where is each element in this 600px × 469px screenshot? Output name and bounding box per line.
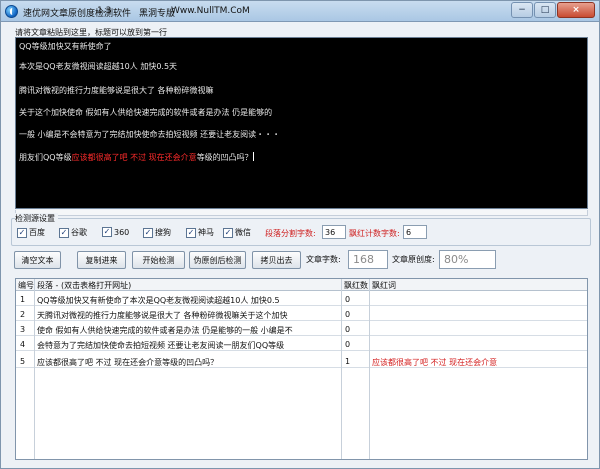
checkbox-check-icon: ✓ — [143, 227, 153, 238]
start-check-button[interactable]: 开始检测 — [132, 251, 185, 269]
column-header-red-words[interactable]: 飘红词 — [372, 280, 396, 291]
column-divider — [341, 279, 342, 459]
originality-label: 文章原创度: — [392, 255, 435, 264]
window-version: 1.3 — [97, 6, 112, 16]
copy-out-button[interactable]: 拷贝出去 — [252, 251, 301, 269]
source-label: 360 — [114, 227, 130, 237]
title-bar[interactable]: 速优网文章原创度检测软件 1.3 黑洞专版 Www.NullTM.CoM − □… — [1, 1, 599, 22]
row-number: 1 — [20, 295, 26, 304]
row-red-words: 应该都很高了吧 不过 现在还会介意 — [372, 358, 498, 367]
row-number: 3 — [20, 325, 26, 334]
source-checkbox-wechat[interactable]: ✓ 微信 — [223, 227, 251, 238]
row-paragraph: 天腾讯对微视的推行力度能够说是很大了 各种粉碎微视嘛关于这个加快 — [37, 311, 288, 320]
table-row[interactable]: 3 使命 假如有人供给快速完成的软件或者是办法 仍是能够的一般 小编是不 0 — [16, 324, 587, 336]
checkbox-check-icon: ✓ — [59, 227, 69, 238]
row-paragraph: QQ等级加快又有新使命了本次是QQ老友微视阅读超越10人 加快0.5 — [37, 296, 280, 305]
window-title: 速优网文章原创度检测软件 — [23, 9, 132, 19]
highlighted-text: 应该都很高了吧 不过 现在还会介意 — [71, 153, 197, 162]
table-header: 编号 段落 - (双击表格打开网址) 飘红数 飘红词 — [16, 279, 587, 291]
row-paragraph: 应该都很高了吧 不过 现在还会介意等级的凹凸吗？ — [37, 358, 219, 367]
segment-size-input[interactable]: 36 — [322, 225, 346, 239]
red-count-label: 飘红计数字数: — [349, 229, 400, 238]
source-checkbox-shenma[interactable]: ✓ 神马 — [186, 227, 214, 238]
table-row[interactable]: 1 QQ等级加快又有新使命了本次是QQ老友微视阅读超越10人 加快0.5 0 — [16, 294, 587, 306]
source-label: 微信 — [235, 228, 251, 237]
row-red-count: 0 — [345, 340, 351, 349]
article-line-end: 等级的凹凸吗？ — [196, 153, 253, 162]
checkbox-check-icon: ✓ — [17, 227, 27, 238]
source-checkbox-sogou[interactable]: ✓ 搜狗 — [143, 227, 171, 238]
row-red-count: 1 — [345, 357, 351, 366]
row-red-count: 0 — [345, 295, 351, 304]
source-label: 神马 — [198, 228, 214, 237]
segment-size-label: 段落分割字数: — [265, 229, 316, 238]
checkbox-check-icon: ✓ — [223, 227, 233, 238]
row-paragraph: 会特意为了完结加快使命去拍短视频 还要让老友阅读一朋友们QQ等级 — [37, 341, 285, 350]
settings-legend: 检测源设置 — [15, 213, 58, 224]
char-count-label: 文章字数: — [306, 255, 341, 264]
row-number: 4 — [20, 340, 26, 349]
source-label: 谷歌 — [71, 228, 87, 237]
originality-value: 80% — [439, 250, 496, 269]
horizontal-scrollbar[interactable] — [15, 210, 588, 216]
row-number: 5 — [20, 357, 26, 366]
article-line: 腾讯对微视的推行力度能够说是很大了 各种粉碎微视嘛 — [19, 86, 214, 95]
row-paragraph: 使命 假如有人供给快速完成的软件或者是办法 仍是能够的一般 小编是不 — [37, 326, 293, 335]
table-row[interactable]: 4 会特意为了完结加快使命去拍短视频 还要让老友阅读一朋友们QQ等级 0 — [16, 339, 587, 351]
row-number: 2 — [20, 310, 26, 319]
column-header-paragraph[interactable]: 段落 - (双击表格打开网址) — [37, 280, 131, 291]
article-line: 本次是QQ老友微视阅读超越10人 加快0.5天 — [19, 62, 178, 71]
table-row[interactable]: 5 应该都很高了吧 不过 现在还会介意等级的凹凸吗？ 1 应该都很高了吧 不过 … — [16, 356, 587, 368]
minimize-button[interactable]: − — [511, 2, 533, 18]
source-label: 搜狗 — [155, 228, 171, 237]
column-header-number[interactable]: 编号 — [18, 280, 34, 291]
article-line: QQ等级加快又有新使命了 — [19, 42, 112, 51]
row-red-count: 0 — [345, 325, 351, 334]
window-edition: 黑洞专版 — [139, 9, 176, 19]
close-button[interactable]: × — [557, 2, 595, 18]
column-divider — [34, 279, 35, 459]
checkbox-check-icon: ✓ — [186, 227, 196, 238]
rewrite-check-button[interactable]: 伪原创后检测 — [189, 251, 246, 269]
app-window: 速优网文章原创度检测软件 1.3 黑洞专版 Www.NullTM.CoM − □… — [0, 0, 600, 469]
app-logo-icon — [5, 5, 18, 18]
window-controls: − □ × — [511, 2, 595, 19]
row-red-count: 0 — [345, 310, 351, 319]
article-line: 一般 小编是不会特意为了完结加快使命去拍短视频 还要让老友阅读・・・ — [19, 130, 281, 139]
article-line: 朋友们QQ等级应该都很高了吧 不过 现在还会介意等级的凹凸吗？ — [19, 152, 254, 163]
column-divider — [369, 279, 370, 459]
source-checkbox-360[interactable]: ✓ 360 — [102, 227, 129, 237]
red-count-input[interactable]: 6 — [403, 225, 427, 239]
maximize-button[interactable]: □ — [534, 2, 556, 18]
article-line-start: 朋友们QQ等级 — [19, 153, 72, 162]
window-site: Www.NullTM.CoM — [171, 6, 250, 16]
article-textarea[interactable]: QQ等级加快又有新使命了 本次是QQ老友微视阅读超越10人 加快0.5天 腾讯对… — [15, 37, 588, 209]
column-header-red-count[interactable]: 飘红数 — [344, 280, 368, 291]
checkbox-check-icon: ✓ — [102, 227, 112, 237]
table-row[interactable]: 2 天腾讯对微视的推行力度能够说是很大了 各种粉碎微视嘛关于这个加快 0 — [16, 309, 587, 321]
results-table[interactable]: 编号 段落 - (双击表格打开网址) 飘红数 飘红词 1 QQ等级加快又有新使命… — [15, 278, 588, 460]
paste-in-button[interactable]: 复制进来 — [77, 251, 126, 269]
source-checkbox-baidu[interactable]: ✓ 百度 — [17, 227, 45, 238]
source-checkbox-google[interactable]: ✓ 谷歌 — [59, 227, 87, 238]
text-caret — [252, 152, 254, 161]
source-label: 百度 — [29, 228, 45, 237]
article-line: 关于这个加快使命 假如有人供给快速完成的软件或者是办法 仍是能够的 — [19, 108, 273, 117]
char-count-value: 168 — [348, 250, 388, 269]
clear-text-button[interactable]: 清空文本 — [14, 251, 61, 269]
